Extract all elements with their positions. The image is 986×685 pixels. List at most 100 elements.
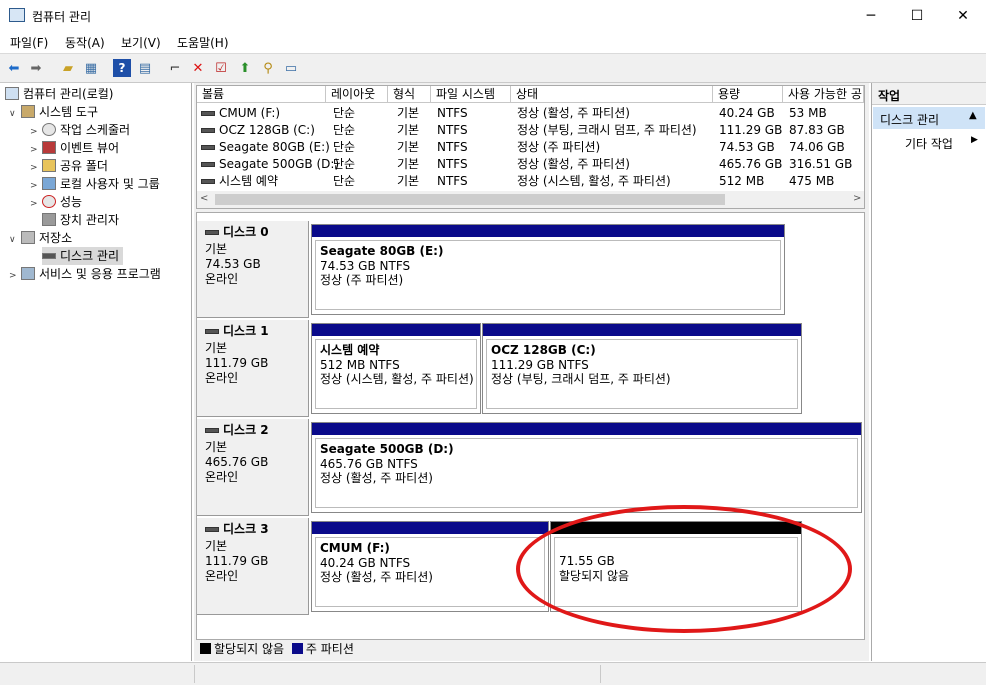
actions-pane: 작업 디스크 관리 ▲ 기타 작업 ▶ (871, 83, 986, 661)
menu-view[interactable]: 보기(V) (121, 34, 161, 51)
search-icon[interactable]: ⚲ (259, 59, 277, 77)
tree-shared-folders[interactable]: > 공유 폴더 (0, 157, 191, 175)
minimize-button[interactable]: ─ (848, 0, 894, 31)
tree-root[interactable]: 컴퓨터 관리(로컬) (0, 85, 191, 103)
disk-2-label[interactable]: 디스크 2 기본 465.76 GB 온라인 (197, 419, 309, 516)
volume-fs: NTFS (437, 123, 468, 137)
more-actions[interactable]: 기타 작업 ▶ (873, 132, 985, 152)
actions-disk-management[interactable]: 디스크 관리 ▲ (873, 107, 985, 129)
chevron-down-icon[interactable]: ∨ (9, 231, 21, 249)
partition-size: 74.53 GB NTFS (320, 258, 411, 273)
menu-file[interactable]: 파일(F) (10, 34, 48, 51)
unallocated-space[interactable]: 71.55 GB 할당되지 않음 (550, 521, 802, 612)
tree-disk-management[interactable]: 디스크 관리 (0, 247, 191, 265)
volume-status: 정상 (시스템, 활성, 주 파티션) (517, 174, 671, 188)
clock-icon (42, 123, 56, 136)
close-button[interactable]: ✕ (940, 0, 986, 31)
chevron-down-icon[interactable]: ∨ (9, 105, 21, 123)
collapse-up-icon[interactable]: ▲ (969, 110, 977, 121)
volume-name: Seagate 500GB (D:) (219, 157, 340, 171)
volume-row[interactable]: CMUM (F:) 단순 기본 NTFS 정상 (활성, 주 파티션) 40.2… (197, 105, 864, 122)
title-bar: 컴퓨터 관리 ─ ☐ ✕ (0, 0, 986, 31)
volume-name: 시스템 예약 (219, 174, 279, 188)
volume-row[interactable]: Seagate 80GB (E:) 단순 기본 NTFS 정상 (주 파티션) … (197, 139, 864, 156)
col-header-status[interactable]: 상태 (511, 86, 713, 103)
chevron-right-icon[interactable]: > (9, 267, 21, 285)
tree-local-users[interactable]: > 로컬 사용자 및 그룹 (0, 175, 191, 193)
scroll-right-icon[interactable]: > (853, 193, 861, 204)
disk-3-label[interactable]: 디스크 3 기본 111.79 GB 온라인 (197, 518, 309, 615)
volume-name: OCZ 128GB (C:) (219, 123, 315, 137)
settings-icon[interactable]: ▭ (282, 59, 300, 77)
volume-type: 기본 (397, 123, 420, 137)
partition-d[interactable]: Seagate 500GB (D:) 465.76 GB NTFS 정상 (활성… (311, 422, 862, 513)
partition-f[interactable]: CMUM (F:) 40.24 GB NTFS 정상 (활성, 주 파티션) (311, 521, 549, 612)
disk-0-label[interactable]: 디스크 0 기본 74.53 GB 온라인 (197, 221, 309, 318)
maximize-button[interactable]: ☐ (894, 0, 940, 31)
volume-capacity: 465.76 GB (719, 157, 783, 171)
volume-type: 기본 (397, 140, 420, 154)
menu-action[interactable]: 동작(A) (65, 34, 105, 51)
check-icon[interactable]: ☑ (212, 59, 230, 77)
horizontal-scrollbar[interactable]: < > (197, 191, 864, 208)
partition-c[interactable]: OCZ 128GB (C:) 111.29 GB NTFS 정상 (부팅, 크래… (482, 323, 802, 414)
volume-row[interactable]: Seagate 500GB (D:) 단순 기본 NTFS 정상 (활성, 주 … (197, 156, 864, 173)
forward-icon[interactable]: ➡ (27, 59, 45, 77)
disk-state: 온라인 (205, 470, 239, 484)
volume-icon (201, 145, 215, 150)
disk-name: 디스크 2 (223, 423, 269, 437)
scroll-left-icon[interactable]: < (200, 193, 208, 204)
tree-event-viewer[interactable]: > 이벤트 뷰어 (0, 139, 191, 157)
col-header-free[interactable]: 사용 가능한 공 (783, 86, 864, 103)
volume-fs: NTFS (437, 157, 468, 171)
tree-performance-label: 성능 (60, 195, 83, 209)
volume-type: 기본 (397, 157, 420, 171)
volume-row[interactable]: OCZ 128GB (C:) 단순 기본 NTFS 정상 (부팅, 크래시 덤프… (197, 122, 864, 139)
help-icon[interactable]: ? (113, 59, 131, 77)
scrollbar-thumb[interactable] (215, 194, 725, 205)
show-hide-tree-icon[interactable]: ▦ (82, 59, 100, 77)
window-title: 컴퓨터 관리 (32, 10, 92, 24)
connect-icon[interactable]: ⌐ (166, 59, 184, 77)
users-icon (42, 177, 56, 190)
partition-status: 정상 (활성, 주 파티션) (320, 471, 433, 485)
chevron-right-icon[interactable]: ▶ (971, 135, 978, 145)
volume-row[interactable]: 시스템 예약 단순 기본 NTFS 정상 (시스템, 활성, 주 파티션) 51… (197, 173, 864, 190)
tree-task-scheduler[interactable]: > 작업 스케줄러 (0, 121, 191, 139)
chevron-right-icon[interactable]: > (30, 195, 42, 213)
partition-size: 512 MB NTFS (320, 357, 400, 372)
partition-system-reserved[interactable]: 시스템 예약 512 MB NTFS 정상 (시스템, 활성, 주 파티션) (311, 323, 481, 414)
arrow-up-icon[interactable]: ⬆ (236, 59, 254, 77)
delete-icon[interactable]: ✕ (189, 59, 207, 77)
event-viewer-icon (42, 141, 56, 154)
menu-help[interactable]: 도움말(H) (177, 34, 229, 51)
disk-size: 111.79 GB (205, 356, 269, 370)
up-folder-icon[interactable]: ▰ (59, 59, 77, 77)
tree-services[interactable]: > 서비스 및 응용 프로그램 (0, 265, 191, 283)
legend-unallocated: 할당되지 않음 (214, 642, 285, 656)
col-header-filesystem[interactable]: 파일 시스템 (431, 86, 511, 103)
col-header-capacity[interactable]: 용량 (713, 86, 783, 103)
volume-free: 316.51 GB (789, 157, 853, 171)
tree-system-tools[interactable]: ∨ 시스템 도구 (0, 103, 191, 121)
col-header-type[interactable]: 형식 (388, 86, 431, 103)
shared-folder-icon (42, 159, 56, 172)
services-icon (21, 267, 35, 280)
col-header-volume[interactable]: 볼륨 (197, 86, 326, 103)
status-divider (194, 665, 195, 683)
volume-layout: 단순 (333, 174, 356, 188)
partition-size: 40.24 GB NTFS (320, 555, 411, 570)
tree-storage[interactable]: ∨ 저장소 (0, 229, 191, 247)
properties-icon[interactable]: ▤ (136, 59, 154, 77)
tree-performance[interactable]: > 성능 (0, 193, 191, 211)
back-icon[interactable]: ⬅ (5, 59, 23, 77)
volume-fs: NTFS (437, 106, 468, 120)
col-header-layout[interactable]: 레이아웃 (326, 86, 388, 103)
volume-capacity: 74.53 GB (719, 140, 775, 154)
tree-device-manager[interactable]: 장치 관리자 (0, 211, 191, 229)
disk-1-label[interactable]: 디스크 1 기본 111.79 GB 온라인 (197, 320, 309, 417)
partition-e[interactable]: Seagate 80GB (E:) 74.53 GB NTFS 정상 (주 파티… (311, 224, 785, 315)
unallocated-bar (551, 522, 801, 534)
disk-name: 디스크 1 (223, 324, 269, 338)
legend: 할당되지 않음 주 파티션 (196, 640, 865, 660)
